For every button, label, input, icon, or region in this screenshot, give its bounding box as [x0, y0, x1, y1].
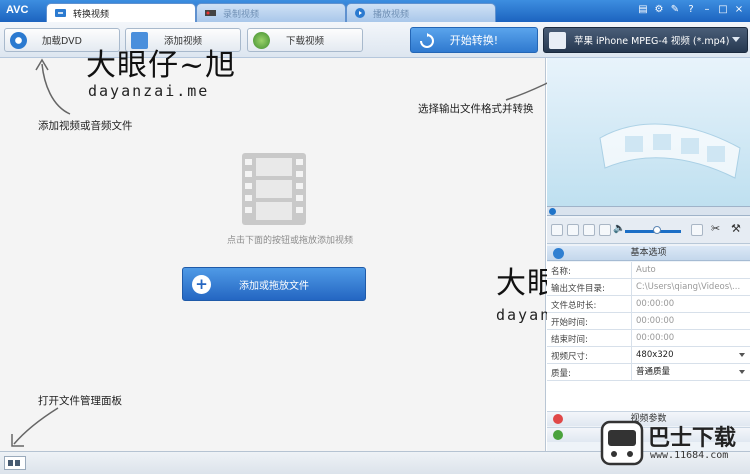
download-icon — [253, 32, 270, 49]
volume-icon[interactable]: 🔈 — [613, 223, 625, 235]
refresh-icon — [420, 33, 434, 48]
play-icon — [355, 8, 365, 18]
file-panel-toggle[interactable] — [4, 456, 26, 470]
prop-key: 文件总时长: — [551, 301, 597, 311]
seek-handle[interactable] — [549, 208, 556, 215]
convert-icon — [55, 9, 66, 17]
snapshot-icon[interactable] — [599, 224, 611, 236]
folder-icon[interactable] — [583, 224, 595, 236]
panel-icon-right — [15, 460, 20, 466]
prop-value[interactable]: 00:00:00 — [631, 330, 750, 346]
prop-key: 开始时间: — [551, 318, 588, 328]
output-format-value: 苹果 iPhone MPEG-4 视频 (*.mp4) — [574, 36, 730, 47]
watermark-cn: 大眼仔~旭 — [86, 48, 237, 83]
film-reel-icon — [599, 123, 741, 179]
add-file-label: 添加或拖放文件 — [239, 280, 309, 292]
film-strip-icon — [242, 153, 306, 225]
gear-icon[interactable]: ⚙ — [652, 3, 666, 17]
output-format-select[interactable]: 苹果 iPhone MPEG-4 视频 (*.mp4) — [543, 27, 748, 53]
arrow-annotation-panel — [11, 407, 59, 447]
chevron-down-icon[interactable] — [739, 370, 745, 374]
add-dvd-label: 加载DVD — [42, 36, 82, 47]
minimize-button[interactable]: – — [700, 3, 714, 17]
prop-value[interactable]: C:\Users\qiang\Videos\... — [631, 279, 750, 295]
site-logo: 巴士下载 www.11684.com — [598, 414, 748, 472]
start-convert-button[interactable]: 开始转换! — [410, 27, 538, 53]
arrow-annotation-add — [35, 58, 71, 115]
tab-play-video[interactable]: 播放视频 — [346, 3, 496, 22]
prop-value[interactable]: Auto — [631, 262, 750, 278]
prop-key: 结束时间: — [551, 335, 588, 345]
tab-record-video[interactable]: 录制视频 — [196, 3, 346, 22]
seek-bar[interactable] — [547, 206, 750, 216]
help-button[interactable]: ? — [684, 3, 698, 17]
prop-row-name[interactable]: 名称: Auto — [547, 262, 750, 279]
annotation-choose-format: 选择输出文件格式并转换 — [418, 103, 534, 115]
tools-icon[interactable]: ⚒ — [731, 222, 743, 235]
annotation-add-files: 添加视频或音频文件 — [38, 120, 133, 132]
basic-options-label: 基本选项 — [630, 248, 667, 258]
download-video-label: 下载视频 — [285, 36, 324, 47]
prop-value[interactable]: 00:00:00 — [631, 313, 750, 329]
audio-params-icon — [553, 430, 563, 440]
wrench-icon[interactable]: ✎ — [668, 3, 682, 17]
tab-label: 播放视频 — [373, 9, 410, 20]
site-url: www.11684.com — [650, 450, 729, 461]
download-video-button[interactable]: 下载视频 — [247, 28, 363, 52]
drop-hint: 点击下面的按钮或拖放添加视频 — [226, 236, 353, 246]
site-name: 巴士下载 — [648, 426, 737, 451]
prop-value[interactable]: 480x320 — [631, 347, 750, 363]
right-panel: 🔈 ✂ ⚒ 基本选项 名称: Auto 输出文件目录: C:\Users\qia… — [547, 58, 750, 451]
tab-label: 录制视频 — [223, 9, 260, 20]
maximize-button[interactable]: □ — [716, 3, 730, 17]
volume-knob[interactable] — [653, 226, 661, 234]
prop-row-duration[interactable]: 文件总时长: 00:00:00 — [547, 296, 750, 313]
chevron-down-icon[interactable] — [739, 353, 745, 357]
scissors-icon[interactable]: ✂ — [711, 222, 723, 235]
video-preview — [547, 58, 750, 206]
prop-row-end-time[interactable]: 结束时间: 00:00:00 — [547, 330, 750, 347]
tab-label: 转换视频 — [73, 9, 110, 20]
start-convert-label: 开始转换! — [449, 34, 499, 47]
prop-row-start-time[interactable]: 开始时间: 00:00:00 — [547, 313, 750, 330]
tab-convert-video[interactable]: 转换视频 — [46, 3, 196, 22]
settings-icon[interactable] — [691, 224, 703, 236]
player-controls: 🔈 ✂ ⚒ — [547, 218, 750, 244]
basic-options-header[interactable]: 基本选项 — [547, 246, 750, 261]
window-controls: ▤ ⚙ ✎ ? – □ × — [636, 3, 746, 17]
prop-key: 质量: — [551, 369, 571, 379]
dvd-icon — [10, 32, 27, 49]
record-icon — [205, 10, 216, 16]
watermark-en: dayanzai.me — [88, 82, 210, 100]
plus-icon: + — [192, 275, 211, 294]
video-params-icon — [553, 414, 563, 424]
prop-row-output-dir[interactable]: 输出文件目录: C:\Users\qiang\Videos\... — [547, 279, 750, 296]
options-icon — [553, 248, 564, 259]
add-file-button[interactable]: + 添加或拖放文件 — [182, 267, 366, 301]
format-icon — [549, 32, 566, 49]
title-bar: AVC 转换视频 录制视频 播放视频 ▤ ⚙ ✎ ? – □ × — [0, 0, 750, 22]
props-empty-space — [547, 381, 750, 411]
prop-key: 名称: — [551, 267, 571, 277]
prop-key: 视频尺寸: — [551, 352, 588, 362]
app-logo: AVC — [6, 4, 29, 16]
close-button[interactable]: × — [732, 3, 746, 17]
prop-value[interactable]: 普通质量 — [631, 364, 750, 380]
stop-icon[interactable] — [567, 224, 579, 236]
play-button-icon[interactable] — [551, 224, 563, 236]
site-logo-icon — [600, 420, 644, 466]
chevron-down-icon — [732, 37, 740, 42]
menu-icon[interactable]: ▤ — [636, 3, 650, 17]
prop-row-quality[interactable]: 质量: 普通质量 — [547, 364, 750, 381]
panel-icon-left — [8, 460, 13, 466]
prop-key: 输出文件目录: — [551, 284, 605, 294]
prop-value: 00:00:00 — [631, 296, 750, 312]
prop-row-video-size[interactable]: 视频尺寸: 480x320 — [547, 347, 750, 364]
